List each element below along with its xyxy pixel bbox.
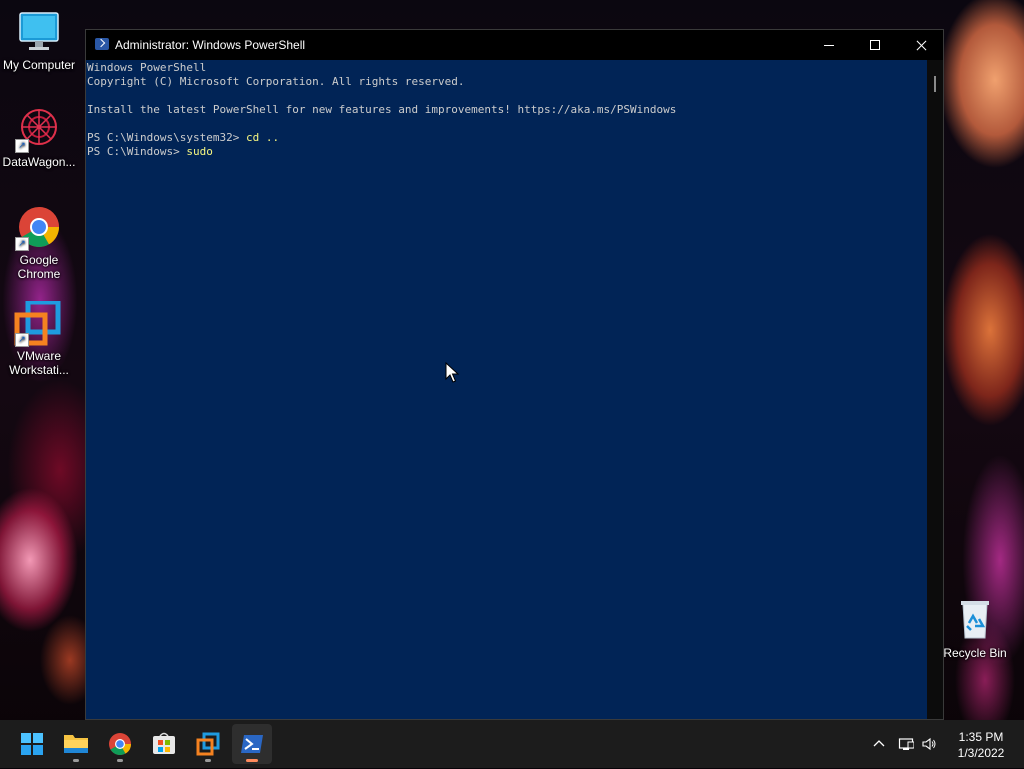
running-indicator [117, 759, 123, 762]
desktop-icon-recycle-bin[interactable]: Recycle Bin [935, 598, 1015, 660]
shortcut-arrow-icon: ↗ [15, 139, 29, 153]
maximize-button[interactable] [852, 30, 898, 60]
windows-start-icon [21, 733, 43, 755]
chevron-up-icon[interactable] [871, 736, 887, 752]
vmware-icon: ↗ [14, 299, 61, 347]
prompt-text: PS C:\Windows\system32> [87, 131, 246, 144]
desktop-icon-label: Google Chrome [17, 253, 61, 281]
recycle-bin-icon [953, 598, 997, 642]
chrome-icon: ↗ [15, 205, 61, 251]
close-button[interactable] [898, 30, 944, 60]
powershell-icon [241, 735, 263, 753]
scrollbar-thumb[interactable] [934, 76, 936, 92]
desktop-icon-google-chrome[interactable]: ↗ Google Chrome [0, 205, 79, 281]
mouse-cursor-icon [445, 362, 459, 383]
window-titlebar[interactable]: Administrator: Windows PowerShell [86, 30, 943, 60]
desktop-icon-vmware[interactable]: ↗ VMware Workstati... [0, 299, 79, 377]
prompt-text: PS C:\Windows> [87, 145, 187, 158]
active-indicator [246, 759, 258, 762]
desktop-icon-label: My Computer [2, 58, 76, 72]
clock-date: 1/3/2022 [957, 746, 1005, 760]
window-title: Administrator: Windows PowerShell [115, 38, 306, 52]
taskbar-clock[interactable]: 1:35 PM 1/3/2022 [936, 729, 1024, 761]
command-text: sudo [186, 145, 213, 158]
network-icon[interactable] [898, 736, 915, 752]
console-prompt-line: PS C:\Windows> sudo [87, 145, 927, 159]
taskbar-google-chrome[interactable] [100, 724, 140, 764]
console-prompt-line: PS C:\Windows\system32> cd .. [87, 131, 927, 145]
console-line: Windows PowerShell [87, 61, 207, 74]
folder-icon [64, 735, 88, 753]
taskbar-file-explorer[interactable] [56, 724, 96, 764]
minimize-button[interactable] [806, 30, 852, 60]
running-indicator [73, 759, 79, 762]
desktop-icon-label: Recycle Bin [943, 646, 1007, 660]
desktop-icon-label: DataWagon... [2, 155, 76, 169]
chrome-icon [109, 733, 131, 755]
taskbar-windows-powershell[interactable] [232, 724, 272, 764]
command-text: cd .. [245, 131, 280, 144]
volume-icon[interactable] [921, 736, 937, 752]
desktop-icon-my-computer[interactable]: My Computer [0, 10, 79, 72]
console-line: Install the latest PowerShell for new fe… [87, 103, 677, 116]
desktop-icon-label: VMware Workstati... [9, 349, 69, 377]
vertical-scrollbar[interactable] [927, 60, 943, 719]
taskbar-microsoft-store[interactable] [144, 724, 184, 764]
shortcut-arrow-icon: ↗ [15, 333, 29, 347]
desktop-icon-datawagon[interactable]: ↗ DataWagon... [0, 107, 79, 169]
taskbar-vmware-workstation[interactable] [188, 724, 228, 764]
vmware-icon [196, 732, 220, 756]
monitor-icon [17, 10, 61, 54]
taskbar-start-button[interactable] [12, 724, 52, 764]
shortcut-arrow-icon: ↗ [15, 237, 29, 251]
running-indicator [205, 759, 211, 762]
store-icon [153, 732, 175, 754]
console-output[interactable]: Windows PowerShell Copyright (C) Microsof… [86, 60, 927, 719]
clock-time: 1:35 PM [958, 730, 1004, 744]
datawagon-icon: ↗ [15, 107, 61, 153]
powershell-icon[interactable] [95, 38, 109, 50]
console-line: Copyright (C) Microsoft Corporation. All… [87, 75, 465, 88]
powershell-window[interactable]: Administrator: Windows PowerShell Window… [85, 29, 944, 720]
